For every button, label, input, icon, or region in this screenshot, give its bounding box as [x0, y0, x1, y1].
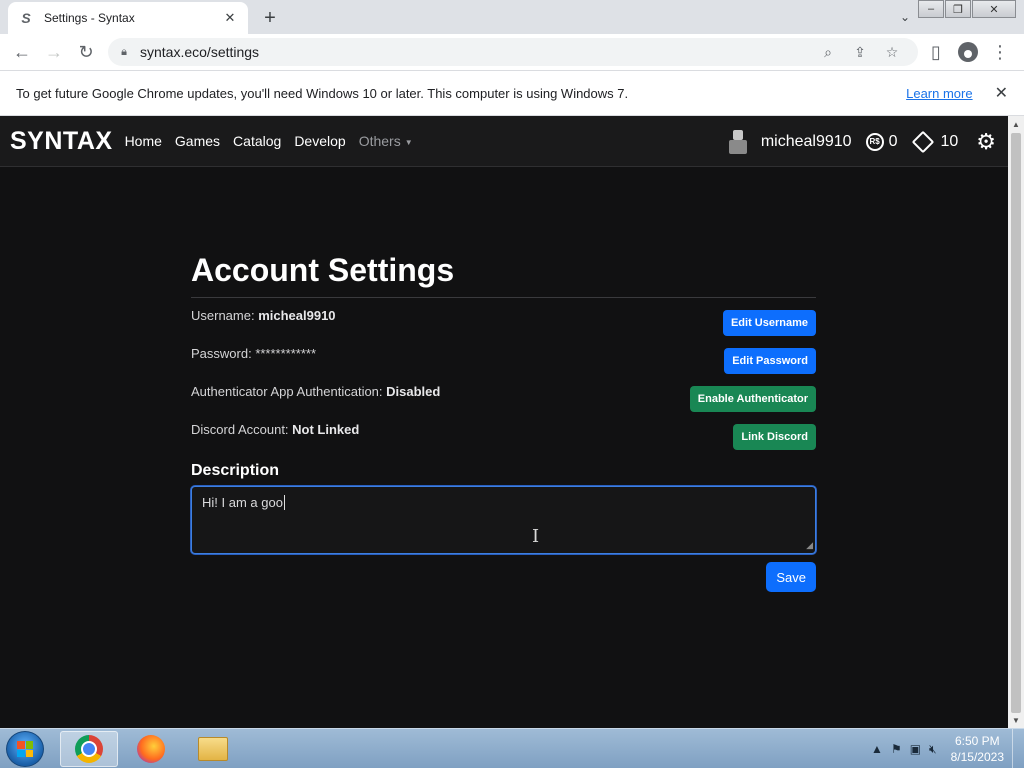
- infobar-close-icon[interactable]: ✕: [995, 83, 1008, 103]
- settings-rows: Username: micheal9910 Edit Username Pass…: [191, 308, 816, 460]
- link-discord-button[interactable]: Link Discord: [733, 424, 816, 450]
- forward-arrow-icon[interactable]: →: [38, 36, 70, 68]
- taskbar-explorer[interactable]: [184, 731, 242, 767]
- syntax-favicon-icon: S: [21, 10, 31, 26]
- start-button[interactable]: [6, 731, 44, 767]
- discord-value: Not Linked: [292, 422, 360, 437]
- back-arrow-icon[interactable]: ←: [6, 36, 38, 68]
- taskbar-clock[interactable]: 6:50 PM 8/15/2023: [951, 733, 1004, 765]
- caret-down-icon: ▼: [404, 137, 413, 147]
- side-panel-icon[interactable]: ▯: [920, 36, 952, 68]
- nav-others-dropdown[interactable]: Others ▼: [359, 133, 413, 149]
- settings-content: Account Settings Username: micheal9910 E…: [191, 252, 816, 592]
- discord-row: Discord Account: Not Linked Link Discord: [191, 422, 816, 460]
- page-title: Account Settings: [191, 252, 816, 298]
- url-text: syntax.eco/settings: [140, 44, 260, 60]
- share-icon[interactable]: ⇪: [844, 38, 876, 66]
- page-scrollbar[interactable]: ▲ ▼: [1008, 116, 1024, 728]
- reload-icon[interactable]: ↻: [70, 36, 102, 68]
- edit-username-button[interactable]: Edit Username: [722, 310, 816, 336]
- tab-title: Settings - Syntax: [44, 11, 135, 25]
- site-navbar: SYNTAX Home Games Catalog Develop Others…: [0, 116, 1008, 167]
- password-value: ************: [255, 346, 317, 361]
- browser-toolbar: ← → ↻ 🔒︎ syntax.eco/settings ⌕ ⇪ ☆ ▯ ⋮: [0, 34, 1024, 70]
- scroll-up-icon[interactable]: ▲: [1008, 116, 1024, 132]
- user-avatar[interactable]: [727, 129, 749, 154]
- password-label: Password: ************: [191, 346, 317, 361]
- scroll-down-icon[interactable]: ▼: [1008, 712, 1024, 728]
- learn-more-link[interactable]: Learn more: [906, 86, 972, 101]
- authenticator-label: Authenticator App Authentication: Disabl…: [191, 384, 441, 399]
- gear-icon[interactable]: ⚙: [976, 129, 996, 155]
- nav-games[interactable]: Games: [175, 133, 220, 149]
- zoom-icon[interactable]: ⌕: [812, 38, 844, 66]
- volume-muted-icon[interactable]: 🔇︎: [929, 742, 937, 757]
- text-cursor-icon: I: [532, 526, 540, 547]
- lock-icon[interactable]: 🔒︎: [118, 46, 130, 59]
- system-tray: ▲ ⚑ ▣ 🔇︎ 6:50 PM 8/15/2023: [871, 729, 1004, 768]
- clock-time: 6:50 PM: [954, 734, 1000, 748]
- taskbar-chrome[interactable]: [60, 731, 118, 767]
- resize-handle-icon[interactable]: ◢: [806, 540, 813, 551]
- toolbar-right: ▯ ⋮: [920, 36, 1016, 68]
- menu-kebab-icon[interactable]: ⋮: [984, 36, 1016, 68]
- username-value: micheal9910: [258, 308, 336, 323]
- scroll-thumb[interactable]: [1011, 133, 1021, 713]
- tray-expand-icon[interactable]: ▲: [871, 742, 883, 756]
- tab-search-chevron-icon[interactable]: ⌄: [896, 8, 914, 26]
- action-center-flag-icon[interactable]: ⚑: [891, 742, 902, 756]
- edit-password-button[interactable]: Edit Password: [724, 348, 816, 374]
- clock-date: 8/15/2023: [950, 750, 1004, 764]
- save-button[interactable]: Save: [766, 562, 816, 592]
- new-tab-icon[interactable]: +: [258, 6, 282, 30]
- robux-count: 0: [888, 132, 898, 150]
- discord-label: Discord Account: Not Linked: [191, 422, 360, 437]
- network-icon[interactable]: ▣: [910, 742, 921, 756]
- update-infobar: To get future Google Chrome updates, you…: [0, 70, 1024, 116]
- nav-home[interactable]: Home: [125, 133, 162, 149]
- minimize-icon[interactable]: –: [918, 0, 944, 18]
- robux-icon: R$: [865, 132, 884, 151]
- page-viewport: SYNTAX Home Games Catalog Develop Others…: [0, 116, 1008, 728]
- nav-username[interactable]: micheal9910: [761, 133, 852, 151]
- nav-catalog[interactable]: Catalog: [233, 133, 281, 149]
- tix-count: 10: [940, 132, 959, 150]
- window-close-icon[interactable]: ✕: [972, 0, 1016, 18]
- show-desktop-button[interactable]: [1012, 729, 1024, 768]
- browser-tab[interactable]: S Settings - Syntax ✕: [8, 2, 248, 34]
- description-heading: Description: [191, 462, 280, 479]
- description-textarea[interactable]: Hi! I am a goo ◢: [191, 486, 816, 554]
- chrome-icon: [75, 735, 103, 763]
- description-text: Hi! I am a goo: [202, 495, 283, 510]
- window-controls: – ❐ ✕: [917, 0, 1016, 18]
- authenticator-row: Authenticator App Authentication: Disabl…: [191, 384, 816, 422]
- windows-logo-icon: [17, 741, 33, 757]
- password-row: Password: ************ Edit Password: [191, 346, 816, 384]
- enable-authenticator-button[interactable]: Enable Authenticator: [689, 386, 816, 412]
- username-label: Username: micheal9910: [191, 308, 336, 323]
- nav-others-label: Others: [358, 133, 401, 149]
- authenticator-value: Disabled: [386, 384, 441, 399]
- site-logo[interactable]: SYNTAX: [10, 127, 113, 156]
- save-row: Save: [191, 562, 816, 592]
- restore-icon[interactable]: ❐: [945, 0, 971, 18]
- tab-close-icon[interactable]: ✕: [222, 10, 238, 26]
- bookmark-star-icon[interactable]: ☆: [876, 38, 908, 66]
- address-bar[interactable]: 🔒︎ syntax.eco/settings ⌕ ⇪ ☆: [108, 38, 918, 66]
- taskbar-firefox[interactable]: [122, 731, 180, 767]
- infobar-message: To get future Google Chrome updates, you…: [16, 85, 629, 101]
- windows-taskbar: ▲ ⚑ ▣ 🔇︎ 6:50 PM 8/15/2023: [0, 728, 1024, 768]
- folder-icon: [198, 737, 228, 761]
- tix-icon: [912, 130, 935, 153]
- username-row: Username: micheal9910 Edit Username: [191, 308, 816, 346]
- nav-develop[interactable]: Develop: [294, 133, 345, 149]
- nav-user-area: micheal9910 R$ 0 10 ⚙: [727, 116, 996, 167]
- firefox-icon: [137, 735, 165, 763]
- profile-avatar-icon[interactable]: [958, 42, 978, 62]
- browser-tab-strip: S Settings - Syntax ✕ + ⌄ – ❐ ✕: [0, 0, 1024, 34]
